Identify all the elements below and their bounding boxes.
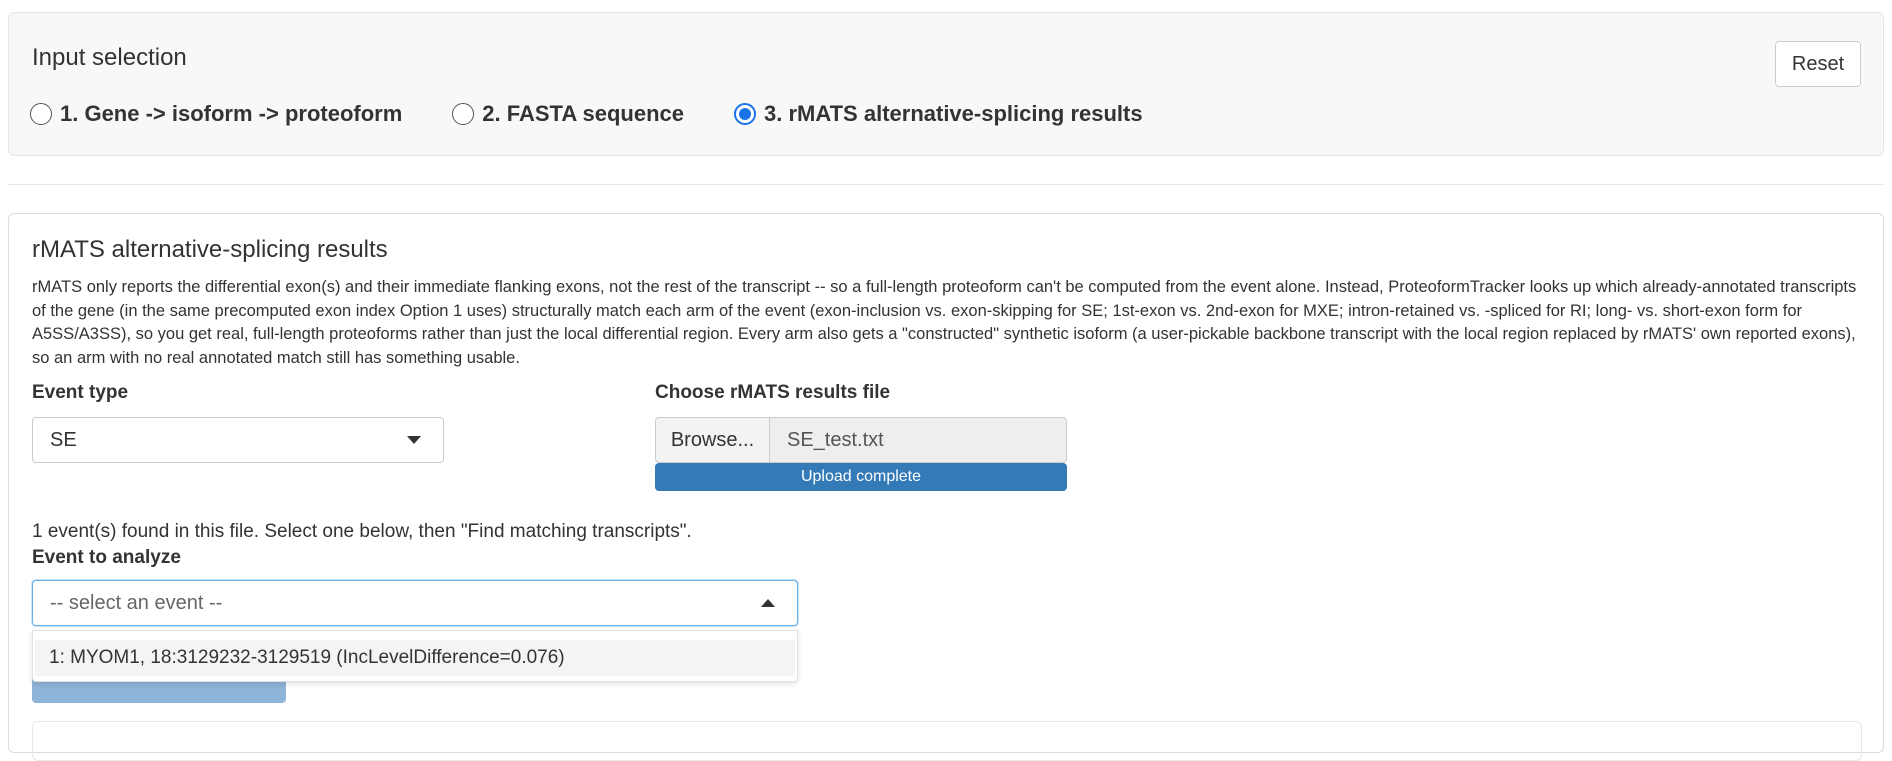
rmats-panel-title: rMATS alternative-splicing results xyxy=(32,236,388,263)
radio-label-rmats: 3. rMATS alternative-splicing results xyxy=(764,101,1143,126)
event-option[interactable]: 1: MYOM1, 18:3129232-3129519 (IncLevelDi… xyxy=(35,640,795,676)
file-input-group: Browse... SE_test.txt xyxy=(655,417,1067,463)
event-type-select[interactable]: SE xyxy=(32,417,444,463)
event-to-analyze-label: Event to analyze xyxy=(32,547,181,568)
radio-button-checked-icon[interactable] xyxy=(734,103,757,125)
radio-button-icon[interactable] xyxy=(452,103,475,125)
file-name-field[interactable]: SE_test.txt xyxy=(770,417,1067,463)
event-type-label: Event type xyxy=(32,382,129,403)
rmats-description: rMATS only reports the differential exon… xyxy=(32,278,1857,367)
input-mode-radio-group: 1. Gene -> isoform -> proteoform 2. FAST… xyxy=(30,101,1193,127)
rmats-panel: rMATS alternative-splicing results rMATS… xyxy=(8,213,1884,761)
event-dropdown-menu: 1: MYOM1, 18:3129232-3129519 (IncLevelDi… xyxy=(32,630,798,682)
browse-button[interactable]: Browse... xyxy=(655,417,770,463)
radio-label-gene: 1. Gene -> isoform -> proteoform xyxy=(60,101,403,126)
upload-progress-fill: Upload complete xyxy=(655,463,1067,491)
event-select-placeholder: -- select an event -- xyxy=(50,591,223,614)
chevron-up-icon xyxy=(761,599,775,607)
input-selection-title: Input selection xyxy=(32,44,187,71)
radio-option-fasta[interactable]: 2. FASTA sequence xyxy=(452,101,684,127)
event-type-value: SE xyxy=(50,428,77,451)
rmats-file-label: Choose rMATS results file xyxy=(655,382,891,403)
radio-option-gene[interactable]: 1. Gene -> isoform -> proteoform xyxy=(30,101,402,127)
reset-button[interactable]: Reset xyxy=(1775,41,1861,87)
event-select[interactable]: -- select an event -- xyxy=(32,580,798,626)
section-divider xyxy=(8,184,1884,185)
chevron-down-icon xyxy=(407,436,421,444)
events-found-text: 1 event(s) found in this file. Select on… xyxy=(32,521,692,542)
results-subpanel xyxy=(32,721,1862,761)
radio-option-rmats[interactable]: 3. rMATS alternative-splicing results xyxy=(734,101,1143,127)
radio-button-icon[interactable] xyxy=(30,103,52,125)
upload-progress-bar: Upload complete xyxy=(655,463,1067,491)
input-selection-panel: Input selection 1. Gene -> isoform -> pr… xyxy=(8,12,1884,156)
radio-label-fasta: 2. FASTA sequence xyxy=(482,101,685,126)
